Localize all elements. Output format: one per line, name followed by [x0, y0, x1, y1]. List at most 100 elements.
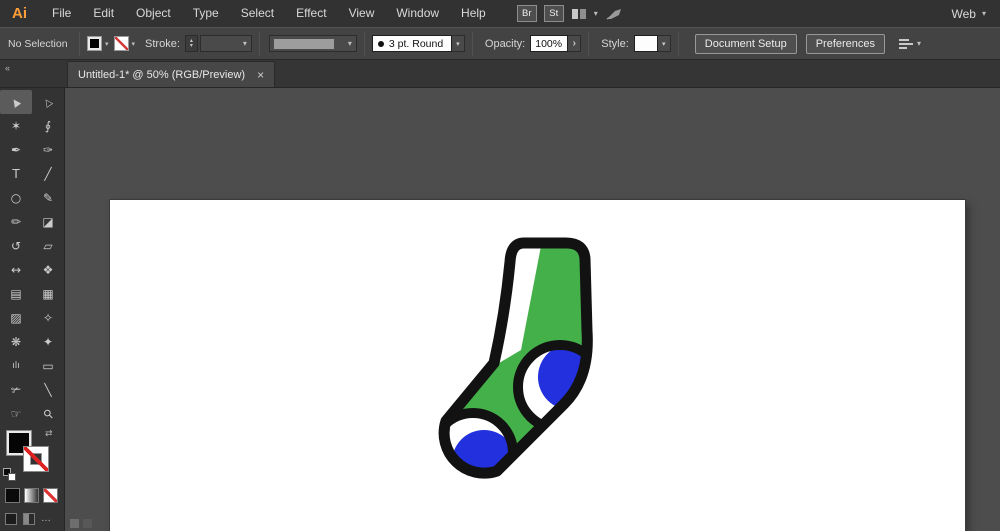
divider — [588, 32, 589, 56]
menu-window[interactable]: Window — [385, 0, 450, 27]
direct-selection-icon: ▷ — [41, 96, 54, 109]
chevron-down-icon: ▾ — [243, 39, 247, 48]
ellipse-tool[interactable]: ○ — [0, 186, 32, 210]
stepper-down-icon[interactable]: ▾ — [190, 44, 193, 49]
brushes-panel-button[interactable]: Br — [517, 5, 537, 22]
pen-icon: ✒ — [11, 143, 21, 157]
paintbrush-icon: ✎ — [43, 191, 53, 205]
hand-tool[interactable]: ☞ — [0, 402, 32, 426]
paintbrush-tool[interactable]: ✎ — [32, 186, 64, 210]
type-tool[interactable]: T — [0, 162, 32, 186]
document-setup-button[interactable]: Document Setup — [695, 34, 797, 54]
chevron-down-icon[interactable]: ▾ — [132, 40, 136, 48]
curvature-icon: ✑ — [43, 143, 53, 157]
gpu-performance-icon[interactable] — [605, 7, 623, 21]
default-fill-stroke-icon[interactable] — [3, 468, 19, 482]
slice-tool[interactable]: ✃ — [0, 378, 32, 402]
stroke-indicator[interactable] — [23, 446, 49, 472]
column-graph-tool[interactable]: ılı — [0, 354, 32, 378]
screen-mode-icon[interactable] — [23, 513, 35, 525]
magic-wand-tool[interactable]: ✶ — [0, 114, 32, 138]
stroke-weight-stepper[interactable]: ▴ ▾ — [185, 35, 198, 52]
perspective-grid-tool[interactable]: ▤ — [0, 282, 32, 306]
document-tab-bar: « Untitled-1* @ 50% (RGB/Preview) × — [0, 60, 1000, 88]
document-tab[interactable]: Untitled-1* @ 50% (RGB/Preview) × — [67, 61, 275, 87]
menu-type[interactable]: Type — [182, 0, 230, 27]
blend-tool[interactable]: ❋ — [0, 330, 32, 354]
direct-selection-tool[interactable]: ▷ — [32, 90, 64, 114]
symbol-sprayer-tool[interactable]: ✦ — [32, 330, 64, 354]
style-chevron[interactable]: ▾ — [658, 35, 671, 52]
rotate-tool[interactable]: ↺ — [0, 234, 32, 258]
graphic-styles-panel-button[interactable]: St — [544, 5, 564, 22]
collapse-panels-icon[interactable]: « — [5, 63, 10, 73]
chevron-down-icon[interactable]: ▾ — [105, 40, 109, 48]
artboard-tool[interactable]: ▭ — [32, 354, 64, 378]
mesh-icon: ▦ — [42, 287, 53, 301]
canvas[interactable] — [65, 88, 1000, 531]
menu-view[interactable]: View — [338, 0, 386, 27]
gradient-mode-button[interactable] — [24, 488, 39, 503]
illustrator-window: Ai FileEditObjectTypeSelectEffectViewWin… — [0, 0, 1000, 531]
style-dropdown[interactable] — [634, 35, 658, 52]
eyedropper-icon: ✧ — [43, 311, 53, 325]
arrange-documents-icon[interactable] — [571, 8, 587, 20]
brush-definition-dropdown[interactable]: ▾ — [269, 35, 357, 52]
chevron-down-icon: ▾ — [982, 9, 986, 18]
stroke-weight-dropdown[interactable]: ▾ — [200, 35, 252, 52]
tab-close-icon[interactable]: × — [257, 68, 264, 82]
menu-help[interactable]: Help — [450, 0, 497, 27]
mesh-tool[interactable]: ▦ — [32, 282, 64, 306]
chevron-down-icon[interactable]: ▾ — [594, 9, 598, 18]
scale-icon: ▱ — [43, 239, 52, 253]
paint-mode-row — [5, 488, 58, 503]
none-mode-button[interactable] — [43, 488, 58, 503]
variable-width-chevron[interactable]: ▾ — [452, 35, 465, 52]
eyedropper-tool[interactable]: ✧ — [32, 306, 64, 330]
menu-effect[interactable]: Effect — [285, 0, 337, 27]
shaper-tool[interactable]: ◪ — [32, 210, 64, 234]
ellipse-icon: ○ — [11, 191, 21, 205]
knife-tool[interactable]: ╲ — [32, 378, 64, 402]
stroke-color-swatch[interactable] — [114, 36, 129, 51]
align-options-icon[interactable]: ▾ — [899, 38, 921, 50]
artboard[interactable] — [110, 200, 965, 531]
divider — [678, 32, 679, 56]
menu-edit[interactable]: Edit — [82, 0, 125, 27]
fill-color-swatch[interactable] — [87, 36, 102, 51]
control-bar: No Selection ▾ ▾ Stroke: ▴ ▾ ▾ ▾ 3 pt. R… — [0, 27, 1000, 60]
width-tool[interactable]: ↔ — [0, 258, 32, 282]
draw-mode-icon[interactable] — [5, 513, 17, 525]
app-logo[interactable]: Ai — [6, 5, 33, 22]
variable-width-profile-box[interactable]: 3 pt. Round — [372, 35, 452, 52]
pencil-tool[interactable]: ✏ — [0, 210, 32, 234]
curvature-tool[interactable]: ✑ — [32, 138, 64, 162]
more-options-icon[interactable]: … — [41, 513, 51, 525]
brush-preview — [274, 39, 334, 49]
opacity-input[interactable] — [530, 35, 568, 52]
divider — [472, 32, 473, 56]
swap-fill-stroke-icon[interactable]: ⇄ — [45, 428, 53, 439]
color-mode-button[interactable] — [5, 488, 20, 503]
divider — [259, 32, 260, 56]
tools-grid: ▶ ▷ ✶∮ ✒ ✑ T ╱ ○ ✎ ✏◪↺ ▱ ↔❖▤ ▦ ▨ ✧ ❋✦ılı▭✃╲☞⚲ — [0, 88, 64, 426]
stroke-indicator-hole — [30, 453, 42, 465]
canvas-status-icons[interactable] — [70, 519, 92, 528]
zoom-tool[interactable]: ⚲ — [32, 402, 64, 426]
line-segment-icon: ╱ — [44, 167, 51, 181]
scale-tool[interactable]: ▱ — [32, 234, 64, 258]
pen-tool[interactable]: ✒ — [0, 138, 32, 162]
menu-select[interactable]: Select — [230, 0, 285, 27]
lasso-tool[interactable]: ∮ — [32, 114, 64, 138]
workspace-switcher[interactable]: Web ▾ — [952, 7, 990, 21]
app-bar-tools: Br St ▾ — [517, 5, 623, 22]
opacity-options-chevron[interactable]: › — [568, 35, 581, 52]
gradient-tool[interactable]: ▨ — [0, 306, 32, 330]
line-segment-tool[interactable]: ╱ — [32, 162, 64, 186]
preferences-button[interactable]: Preferences — [806, 34, 885, 54]
free-transform-tool[interactable]: ❖ — [32, 258, 64, 282]
menu-file[interactable]: File — [41, 0, 82, 27]
selection-tool[interactable]: ▶ — [0, 90, 32, 114]
selection-icon: ▶ — [9, 96, 22, 109]
menu-object[interactable]: Object — [125, 0, 182, 27]
